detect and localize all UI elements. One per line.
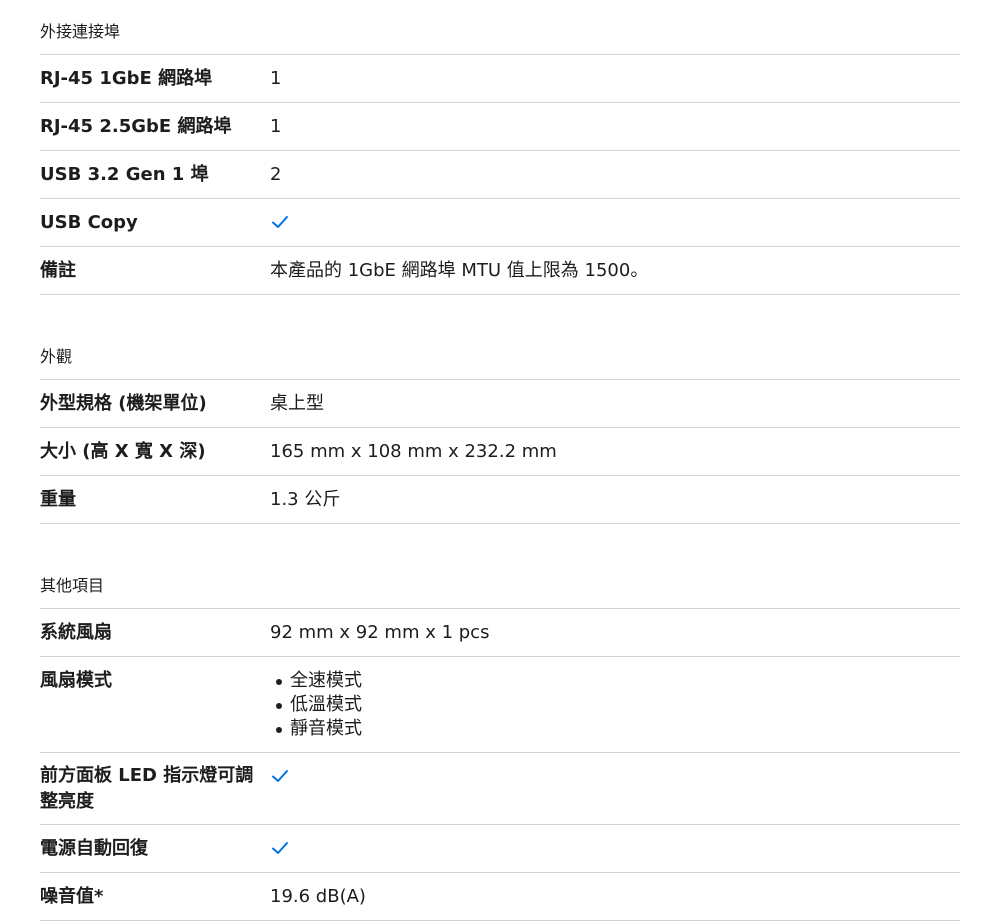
check-icon [272,215,288,228]
list-item: 全速模式 [276,669,960,693]
spec-label: 備註 [40,260,76,281]
section-title: 外接連接埠 [40,0,960,55]
spec-value: 2 [270,164,282,185]
spec-row: 重量 1.3 公斤 [40,476,960,524]
spec-label: RJ-45 2.5GbE 網路埠 [40,116,232,137]
spec-row: 風扇模式 全速模式 低溫模式 靜音模式 [40,657,960,753]
spec-label: 大小 (高 X 寬 X 深) [40,441,206,462]
spec-value: 1 [270,116,282,137]
spec-value: 19.6 dB(A) [270,886,366,907]
spec-label: 重量 [40,489,76,510]
spec-table: 外接連接埠 RJ-45 1GbE 網路埠 1 RJ-45 2.5GbE 網路埠 … [40,0,960,921]
spec-label: RJ-45 1GbE 網路埠 [40,68,213,89]
spec-label: 系統風扇 [40,622,112,643]
spec-row: 電源自動回復 [40,825,960,873]
spec-label: 電源自動回復 [40,838,148,859]
section-appearance: 外觀 外型規格 (機架單位) 桌上型 大小 (高 X 寬 X 深) 165 mm… [40,325,960,524]
spec-label: 前方面板 LED 指示燈可調整亮度 [40,765,254,812]
check-icon [272,841,288,854]
list-item: 低溫模式 [276,693,960,717]
spec-value: 1 [270,68,282,89]
spec-row: 前方面板 LED 指示燈可調整亮度 [40,753,960,825]
spec-value: 桌上型 [270,393,324,414]
check-icon [272,769,288,782]
spec-value: 1.3 公斤 [270,489,341,510]
spec-row: USB 3.2 Gen 1 埠 2 [40,151,960,199]
section-other: 其他項目 系統風扇 92 mm x 92 mm x 1 pcs 風扇模式 全速模… [40,554,960,921]
spec-value: 全速模式 低溫模式 靜音模式 [270,657,960,752]
spec-row: RJ-45 1GbE 網路埠 1 [40,55,960,103]
spec-row: 大小 (高 X 寬 X 深) 165 mm x 108 mm x 232.2 m… [40,428,960,476]
spec-row: 噪音值* 19.6 dB(A) [40,873,960,921]
spec-row: USB Copy [40,199,960,247]
spec-row: 外型規格 (機架單位) 桌上型 [40,380,960,428]
list-item: 靜音模式 [276,717,960,741]
spec-value: 165 mm x 108 mm x 232.2 mm [270,441,557,462]
spec-label: 風扇模式 [40,670,112,691]
section-title: 其他項目 [40,554,960,609]
spec-row: RJ-45 2.5GbE 網路埠 1 [40,103,960,151]
spec-row: 備註 本產品的 1GbE 網路埠 MTU 值上限為 1500。 [40,247,960,295]
spec-row: 系統風扇 92 mm x 92 mm x 1 pcs [40,609,960,657]
spec-label: USB Copy [40,212,138,233]
spec-label: 噪音值* [40,886,104,907]
spec-label: USB 3.2 Gen 1 埠 [40,164,209,185]
spec-value [270,753,960,824]
spec-value [270,825,960,872]
spec-value: 92 mm x 92 mm x 1 pcs [270,622,490,643]
spec-value [270,199,960,246]
spec-value: 本產品的 1GbE 網路埠 MTU 值上限為 1500。 [270,260,649,281]
section-title: 外觀 [40,325,960,380]
spec-label: 外型規格 (機架單位) [40,393,207,414]
fan-mode-list: 全速模式 低溫模式 靜音模式 [270,669,960,741]
section-ports: 外接連接埠 RJ-45 1GbE 網路埠 1 RJ-45 2.5GbE 網路埠 … [40,0,960,295]
